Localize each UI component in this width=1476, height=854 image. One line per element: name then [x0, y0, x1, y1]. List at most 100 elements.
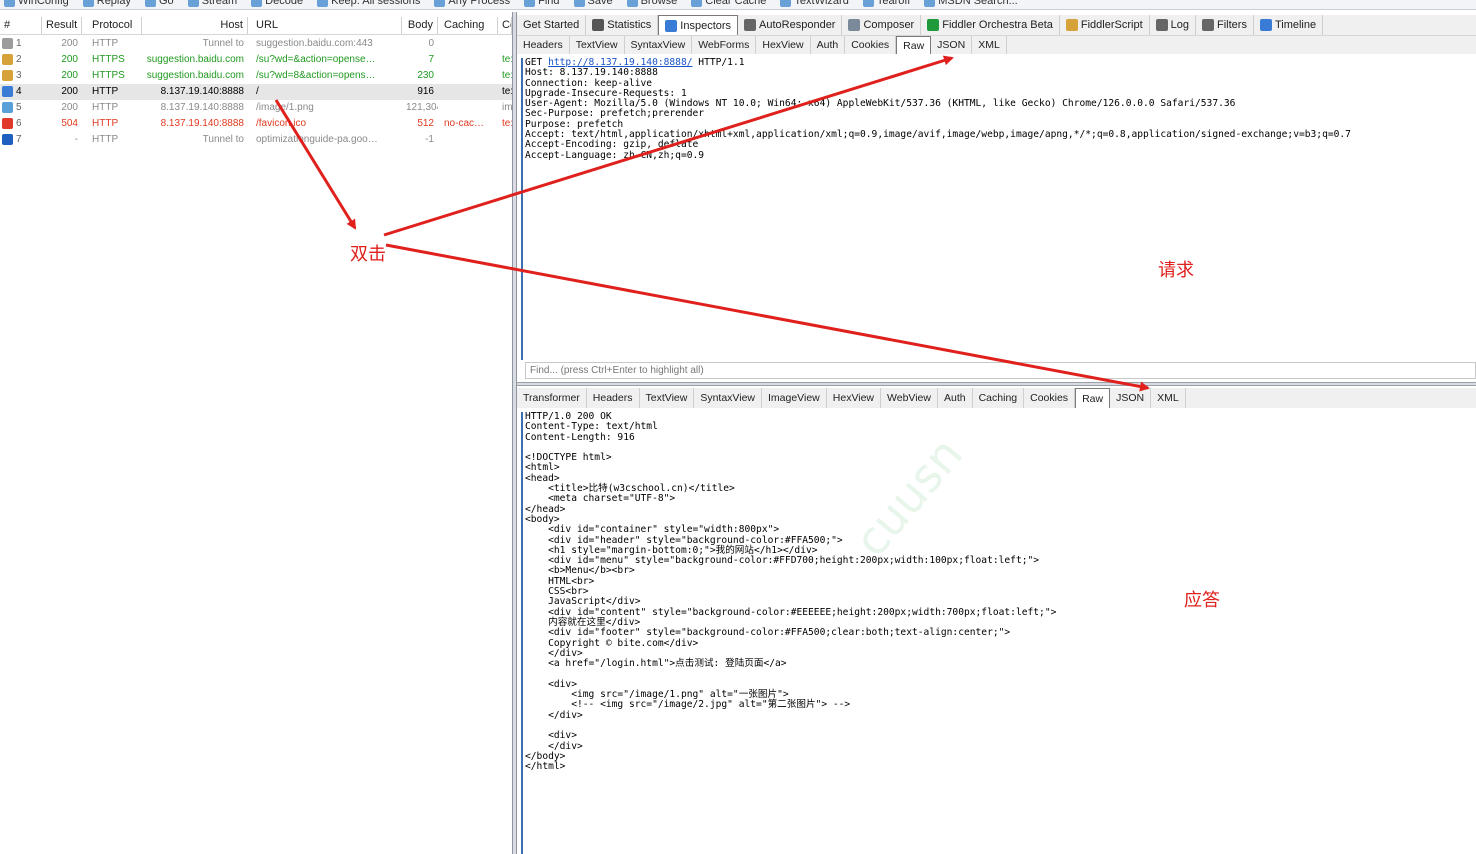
toolbar-item-find[interactable]: Find	[520, 0, 563, 8]
response-tab-cookies[interactable]: Cookies	[1024, 388, 1076, 408]
response-tab-headers[interactable]: Headers	[587, 388, 640, 408]
toolbar-item-browse[interactable]: Browse	[623, 0, 682, 8]
response-tab-auth[interactable]: Auth	[938, 388, 973, 408]
request-tab-json[interactable]: JSON	[931, 36, 973, 54]
response-tab-caching[interactable]: Caching	[973, 388, 1025, 408]
toolbar-item-textwizard[interactable]: TextWizard	[776, 0, 852, 8]
log-icon	[1155, 19, 1168, 31]
main-tab-timeline[interactable]: Timeline	[1254, 15, 1324, 35]
toolbar-item-msdn-search[interactable]: MSDN Search...	[920, 0, 1021, 8]
column-header-num[interactable]: #	[0, 17, 42, 34]
main-tab-inspectors[interactable]: Inspectors	[658, 15, 739, 35]
response-annotation: 应答	[1184, 590, 1220, 611]
request-raw-text[interactable]: GET http://8.137.19.140:8888/ HTTP/1.1 Ho…	[525, 57, 1351, 161]
column-header-url[interactable]: URL	[252, 17, 402, 34]
main-tab-composer[interactable]: Composer	[842, 15, 922, 35]
request-tab-webforms[interactable]: WebForms	[692, 36, 757, 54]
session-row[interactable]: 7 - HTTP Tunnel to optimizationguide-pa.goo……	[0, 132, 512, 148]
tab-label: Statistics	[607, 19, 652, 31]
main-tab-filters[interactable]: Filters	[1196, 15, 1254, 35]
response-raw-text[interactable]: HTTP/1.0 200 OK Content-Type: text/html Co…	[525, 411, 1056, 772]
main-tab-fiddler-orchestra-beta[interactable]: Fiddler Orchestra Beta	[921, 15, 1060, 35]
session-cell-host: Tunnel to	[202, 38, 244, 49]
session-row[interactable]: 4 200 HTTP 8.137.19.140:8888 / 916 te:	[0, 84, 512, 100]
find-input[interactable]: Find... (press Ctrl+Enter to highlight a…	[525, 362, 1476, 379]
main-tab-get-started[interactable]: Get Started	[517, 15, 587, 35]
session-cell-url: optimizationguide-pa.goo…	[256, 134, 378, 145]
session-cell-result: 504	[61, 118, 78, 129]
column-header-protocol[interactable]: Protocol	[88, 17, 142, 34]
main-tab-autoresponder[interactable]: AutoResponder	[738, 15, 843, 35]
horizontal-splitter[interactable]	[517, 382, 1476, 386]
column-header-host[interactable]: Host	[142, 17, 248, 34]
toolbar-item-go[interactable]: Go	[141, 0, 178, 8]
double-click-annotation: 双击	[350, 244, 386, 265]
session-row[interactable]: 2 200 HTTPS suggestion.baidu.com/su?wd=&act…	[0, 52, 512, 68]
request-tab-raw[interactable]: Raw	[896, 36, 932, 54]
toolbar-item-tearoff[interactable]: Tearoff	[859, 0, 914, 8]
response-tab-webview[interactable]: WebView	[881, 388, 938, 408]
session-cell-caching	[440, 68, 498, 84]
toolbar-item-replay[interactable]: Replay	[79, 0, 135, 8]
request-tab-hexview[interactable]: HexView	[756, 36, 811, 54]
request-tab-cookies[interactable]: Cookies	[845, 36, 897, 54]
textwizard-icon	[780, 0, 792, 7]
decode-icon	[251, 0, 263, 7]
response-tab-hexview[interactable]: HexView	[827, 388, 882, 408]
response-line	[525, 669, 1056, 679]
response-tab-syntaxview[interactable]: SyntaxView	[694, 388, 762, 408]
tab-label: WebView	[887, 392, 931, 404]
session-row[interactable]: 6 504 HTTP 8.137.19.140:8888/favicon.ico 512…	[0, 116, 512, 132]
response-tab-json[interactable]: JSON	[1110, 388, 1152, 408]
request-version: HTTP/1.1	[692, 57, 745, 68]
toolbar-item-clear-cache[interactable]: Clear Cache	[687, 0, 770, 8]
session-cell-num: 7	[16, 134, 22, 145]
toolbar-item-save[interactable]: Save	[570, 0, 617, 8]
response-tab-imageview[interactable]: ImageView	[762, 388, 827, 408]
session-cell-result: 200	[61, 102, 78, 113]
session-cell-ctype	[498, 132, 512, 148]
session-cell-caching	[440, 36, 498, 52]
response-tab-xml[interactable]: XML	[1151, 388, 1186, 408]
checkbox-icon	[1202, 19, 1214, 31]
session-row[interactable]: 5 200 HTTP 8.137.19.140:8888/image/1.png 121…	[0, 100, 512, 116]
main-tab-statistics[interactable]: Statistics	[586, 15, 659, 35]
toolbar-item-winconfig[interactable]: WinConfig	[0, 0, 73, 8]
column-header-content-type[interactable]: Co	[498, 17, 512, 34]
tab-label: HexView	[762, 39, 804, 51]
main-tab-log[interactable]: Log	[1150, 15, 1196, 35]
request-tab-syntaxview[interactable]: SyntaxView	[625, 36, 693, 54]
toolbar-item-any-process[interactable]: Any Process	[430, 0, 514, 8]
session-cell-host: suggestion.baidu.com	[146, 70, 244, 81]
request-tab-textview[interactable]: TextView	[570, 36, 625, 54]
response-line: <div>	[525, 730, 577, 742]
request-tab-xml[interactable]: XML	[972, 36, 1007, 54]
session-list[interactable]: # Result Protocol Host URL Body Caching …	[0, 12, 512, 854]
toolbar-item-stream[interactable]: Stream	[184, 0, 241, 8]
response-tab-raw[interactable]: Raw	[1075, 388, 1111, 408]
tab-label: Headers	[592, 392, 633, 404]
response-tab-transformer[interactable]: Transformer	[517, 388, 587, 408]
session-cell-protocol: HTTP	[92, 38, 119, 49]
session-cell-protocol: HTTP	[92, 134, 119, 145]
toolbar-item-label: Clear Cache	[705, 0, 767, 7]
request-tab-auth[interactable]: Auth	[811, 36, 846, 54]
session-row[interactable]: 1 200 HTTP Tunnel to suggestion.baidu.com:44…	[0, 36, 512, 52]
toolbar-item-keep-all-sessions[interactable]: Keep: All sessions	[313, 0, 424, 8]
session-cell-body: 0	[428, 38, 434, 49]
session-cell-protocol: HTTP	[92, 102, 119, 113]
column-header-body[interactable]: Body	[402, 17, 438, 34]
tab-label: Get Started	[523, 19, 580, 31]
main-tab-fiddlerscript[interactable]: FiddlerScript	[1060, 15, 1150, 35]
toolbar-item-decode[interactable]: Decode	[247, 0, 307, 8]
response-line: </head>	[525, 503, 566, 515]
session-row[interactable]: 3 200 HTTPS suggestion.baidu.com/su?wd=8&ac…	[0, 68, 512, 84]
response-tab-textview[interactable]: TextView	[640, 388, 695, 408]
session-cell-caching	[440, 52, 498, 68]
column-header-caching[interactable]: Caching	[440, 17, 498, 34]
session-cell-host: 8.137.19.140:8888	[160, 86, 244, 97]
column-header-result[interactable]: Result	[42, 17, 82, 34]
timeline-icon	[1259, 19, 1272, 31]
request-tab-headers[interactable]: Headers	[517, 36, 570, 54]
session-cell-body: 230	[417, 70, 434, 81]
